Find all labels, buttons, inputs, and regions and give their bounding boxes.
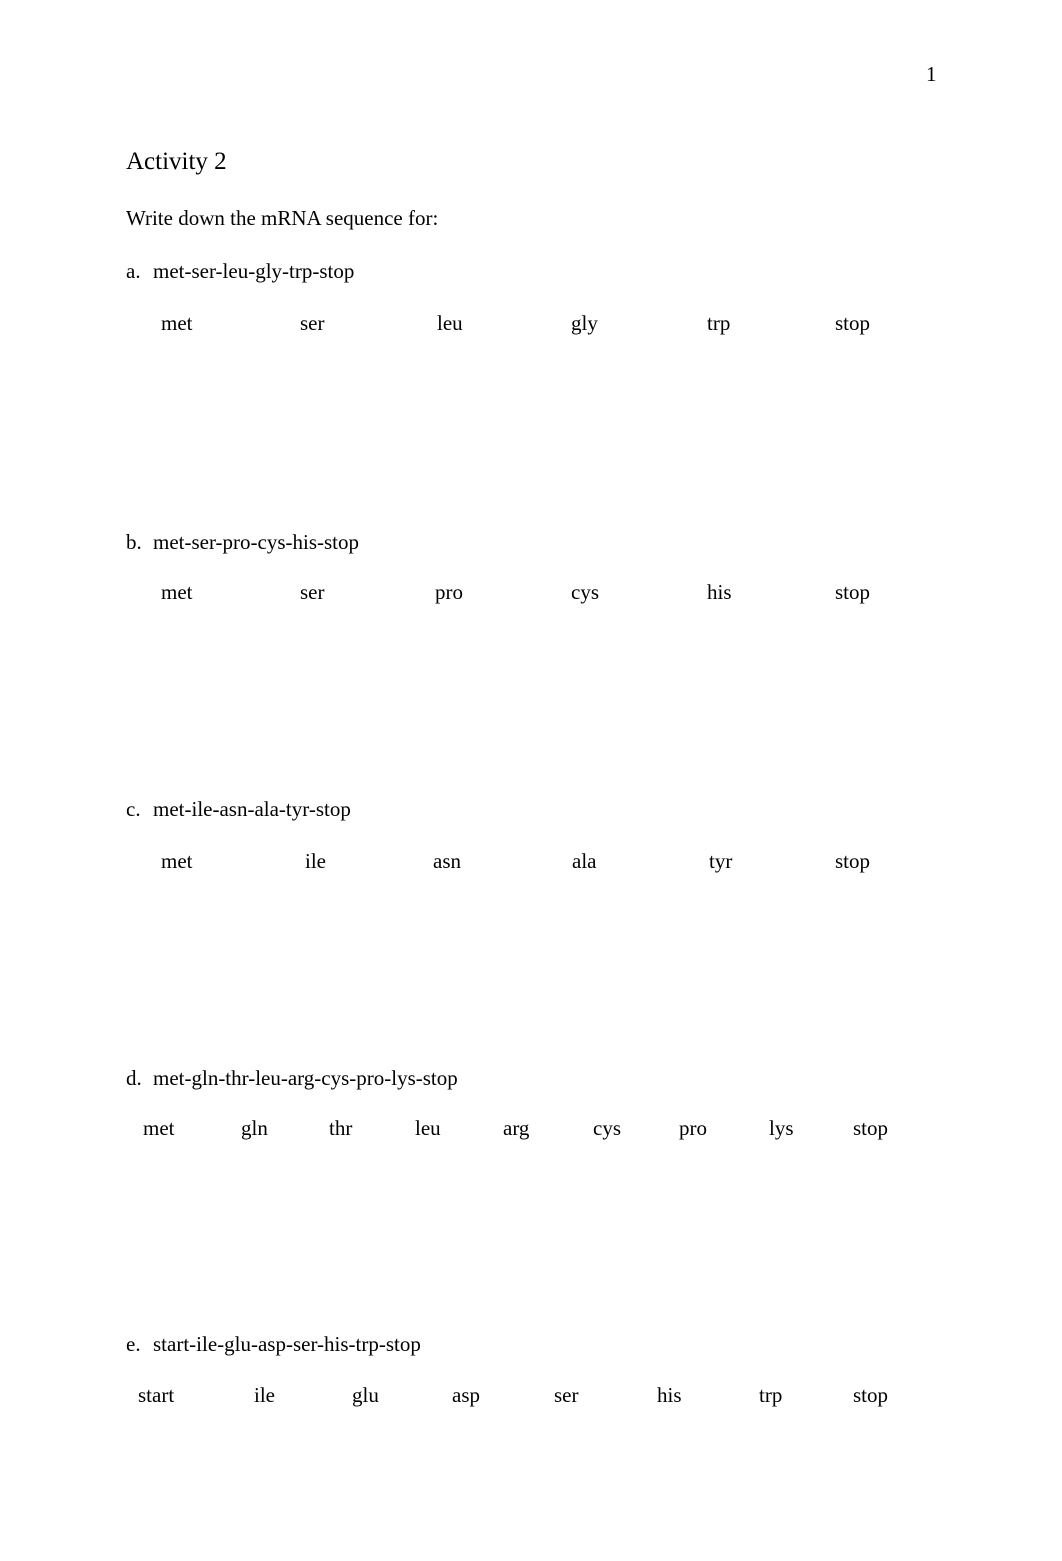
codon-label: met — [143, 1116, 175, 1140]
codon-label: pro — [435, 580, 463, 604]
question-letter: e. — [126, 1332, 141, 1356]
codon-label: gln — [241, 1116, 268, 1140]
codon-label: leu — [437, 311, 463, 335]
codon-label: his — [657, 1383, 682, 1407]
codon-label: trp — [759, 1383, 783, 1407]
codon-label: stop — [853, 1383, 889, 1407]
codon-label: start — [138, 1383, 175, 1407]
question-letter: b. — [126, 530, 142, 554]
codon-label: stop — [835, 580, 871, 604]
question-sequence: start-ile-glu-asp-ser-his-trp-stop — [153, 1332, 421, 1356]
codon-label: ser — [300, 311, 325, 335]
codon-label: stop — [835, 311, 871, 335]
page-number: 1 — [926, 62, 937, 86]
codon-label: arg — [503, 1116, 530, 1140]
codon-label: cys — [571, 580, 599, 604]
codon-label: lys — [769, 1116, 794, 1140]
codon-label: ser — [554, 1383, 579, 1407]
question-sequence: met-ile-asn-ala-tyr-stop — [153, 797, 351, 821]
activity-title: Activity 2 — [126, 148, 227, 175]
codon-label: met — [161, 580, 193, 604]
codon-label: leu — [415, 1116, 441, 1140]
codon-label: trp — [707, 311, 731, 335]
codon-label: stop — [853, 1116, 889, 1140]
codon-label: ile — [254, 1383, 275, 1407]
codon-label: his — [707, 580, 732, 604]
question-letter: c. — [126, 797, 141, 821]
question-sequence: met-ser-pro-cys-his-stop — [153, 530, 360, 554]
question-d: d. met-gln-thr-leu-arg-cys-pro-lys-stop — [126, 1066, 458, 1091]
question-sequence: met-gln-thr-leu-arg-cys-pro-lys-stop — [153, 1066, 458, 1090]
question-letter: a. — [126, 259, 141, 283]
codon-label: glu — [352, 1383, 379, 1407]
instruction-text: Write down the mRNA sequence for: — [126, 206, 439, 230]
codon-label: asn — [433, 849, 461, 873]
codon-label: cys — [593, 1116, 621, 1140]
codon-label: tyr — [709, 849, 733, 873]
question-e: e. start-ile-glu-asp-ser-his-trp-stop — [126, 1332, 421, 1357]
codon-label: ile — [305, 849, 326, 873]
codon-label: pro — [679, 1116, 707, 1140]
codon-label: gly — [571, 311, 598, 335]
codon-label: stop — [835, 849, 871, 873]
question-b: b. met-ser-pro-cys-his-stop — [126, 530, 359, 555]
codon-label: asp — [452, 1383, 480, 1407]
question-letter: d. — [126, 1066, 142, 1090]
codon-label: ser — [300, 580, 325, 604]
codon-label: ala — [572, 849, 597, 873]
question-c: c. met-ile-asn-ala-tyr-stop — [126, 797, 351, 822]
codon-label: met — [161, 849, 193, 873]
codon-label: met — [161, 311, 193, 335]
codon-label: thr — [329, 1116, 353, 1140]
question-a: a. met-ser-leu-gly-trp-stop — [126, 259, 354, 284]
question-sequence: met-ser-leu-gly-trp-stop — [153, 259, 355, 283]
